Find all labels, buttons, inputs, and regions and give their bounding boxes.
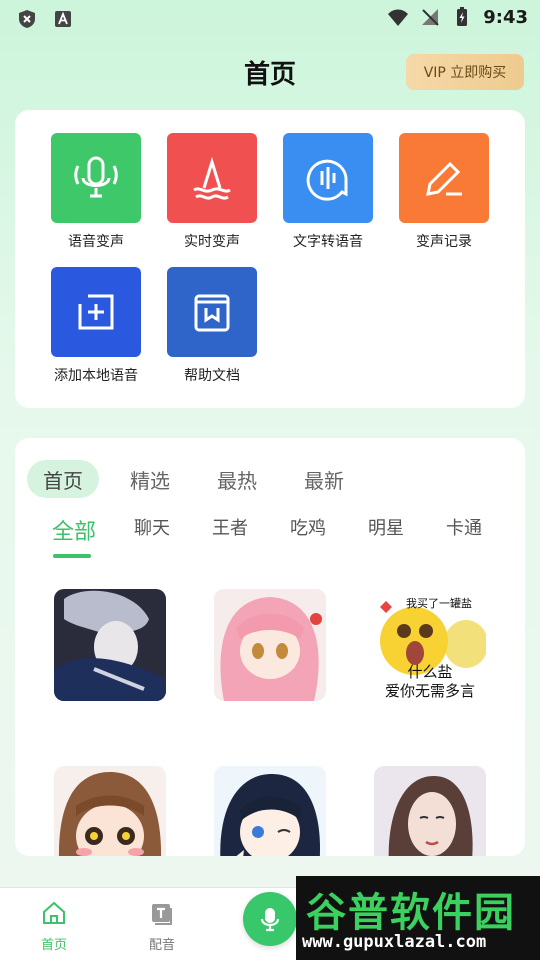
- book-icon: [194, 294, 230, 332]
- record-mic-button[interactable]: [243, 892, 297, 946]
- feed-card: 首页 精选 最热 最新 全部 聊天 王者 吃鸡 明星 卡通 我买了一罐盐 什么盐…: [15, 438, 525, 856]
- tool-record-history-tile[interactable]: [399, 133, 489, 223]
- pen-icon: [426, 161, 462, 196]
- tool-add-local-voice[interactable]: 添加本地语音: [38, 267, 154, 385]
- tool-label: 文字转语音: [293, 234, 363, 250]
- vip-purchase-button[interactable]: VIP 立即购买: [406, 54, 524, 90]
- tool-realtime-change[interactable]: 实时变声: [154, 133, 270, 251]
- category-star[interactable]: 明星: [347, 514, 425, 556]
- tab-hottest[interactable]: 最热: [201, 460, 273, 498]
- voice-thumbnail[interactable]: [214, 589, 326, 701]
- tool-text-to-speech[interactable]: 文字转语音: [270, 133, 386, 251]
- tab-featured[interactable]: 精选: [114, 460, 186, 498]
- nav-home[interactable]: 首页: [24, 900, 84, 953]
- category-pubg[interactable]: 吃鸡: [269, 514, 347, 556]
- mic-icon: [260, 908, 280, 932]
- mic-icon: [74, 156, 118, 198]
- anime-girl-wink-image: [214, 766, 326, 856]
- anime-boy-avatar-image: [54, 589, 166, 701]
- watermark-url: www.gupuxlazal.com: [302, 932, 487, 952]
- woman-portrait-image: [374, 766, 486, 856]
- wifi-icon: [388, 9, 409, 26]
- tool-realtime-change-tile[interactable]: [167, 133, 257, 223]
- tool-label: 实时变声: [184, 234, 240, 250]
- site-watermark: 谷普软件园 www.gupuxlazal.com: [296, 876, 540, 960]
- status-bar: 9:43: [0, 0, 540, 36]
- category-king[interactable]: 王者: [191, 514, 269, 556]
- meme-caption-line1: 什么盐: [407, 663, 453, 681]
- voice-thumbnail[interactable]: 我买了一罐盐 什么盐 爱你无需多言: [374, 589, 486, 701]
- category-tabs: 全部 聊天 王者 吃鸡 明星 卡通: [35, 514, 503, 558]
- font-a-icon: [55, 11, 71, 27]
- tool-help-docs-tile[interactable]: [167, 267, 257, 357]
- nav-dubbing[interactable]: 配音: [132, 900, 192, 953]
- voice-thumbnail[interactable]: [54, 766, 166, 856]
- voice-thumbnail[interactable]: [54, 589, 166, 701]
- tool-voice-change-tile[interactable]: [51, 133, 141, 223]
- tools-card: 语音变声 实时变声 文字转语音 变声记录 添加本地语音 帮助文档: [15, 110, 525, 408]
- add-square-icon: [78, 294, 114, 330]
- no-signal-icon: [422, 9, 439, 26]
- top-bar: 首页 VIP 立即购买: [0, 44, 540, 96]
- tool-record-history[interactable]: 变声记录: [386, 133, 502, 251]
- wave-peak-icon: [193, 156, 231, 200]
- shield-x-icon: [19, 10, 35, 28]
- tool-add-local-voice-tile[interactable]: [51, 267, 141, 357]
- tool-help-docs[interactable]: 帮助文档: [154, 267, 270, 385]
- tab-newest[interactable]: 最新: [288, 460, 360, 498]
- text-t-icon: [152, 904, 172, 925]
- feed-tabs: 首页 精选 最热 最新: [27, 460, 375, 498]
- tool-label: 变声记录: [416, 234, 472, 250]
- battery-charging-icon: [457, 7, 468, 26]
- tool-label: 语音变声: [68, 234, 124, 250]
- chibi-girl-image: [54, 766, 166, 856]
- tool-text-to-speech-tile[interactable]: [283, 133, 373, 223]
- category-cartoon[interactable]: 卡通: [425, 514, 503, 556]
- meme-caption-top: 我买了一罐盐: [406, 597, 472, 610]
- anime-girl-pink-image: [214, 589, 326, 701]
- speech-bubble-icon: [306, 159, 348, 201]
- nav-home-label: 首页: [40, 938, 67, 953]
- tab-home[interactable]: 首页: [27, 460, 99, 498]
- nav-dubbing-label: 配音: [148, 938, 175, 953]
- voice-thumbnail[interactable]: [374, 766, 486, 856]
- watermark-title: 谷普软件园: [306, 890, 516, 936]
- meme-caption-line2: 爱你无需多言: [384, 682, 475, 700]
- tool-voice-change[interactable]: 语音变声: [38, 133, 154, 251]
- voice-thumbnail[interactable]: [214, 766, 326, 856]
- status-time: 9:43: [483, 6, 528, 28]
- category-chat[interactable]: 聊天: [113, 514, 191, 556]
- category-all[interactable]: 全部: [35, 514, 113, 558]
- tool-label: 帮助文档: [184, 368, 240, 384]
- tool-label: 添加本地语音: [54, 368, 138, 384]
- home-icon: [43, 901, 65, 924]
